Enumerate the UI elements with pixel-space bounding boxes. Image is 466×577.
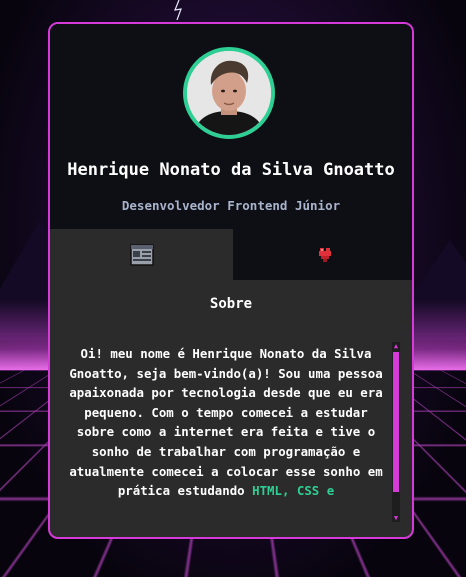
profile-header: Henrique Nonato da Silva Gnoatto Desenvo… (50, 24, 412, 229)
avatar-photo (187, 51, 271, 135)
profile-card: Henrique Nonato da Silva Gnoatto Desenvo… (48, 22, 414, 539)
about-paragraph: Oi! meu nome é Henrique Nonato da Silva … (69, 346, 383, 499)
profile-name: Henrique Nonato da Silva Gnoatto (67, 160, 395, 180)
section-title: Sobre (209, 296, 253, 312)
avatar (183, 47, 275, 139)
heart-icon (318, 247, 331, 262)
tab-about[interactable] (50, 229, 233, 280)
about-text: Oi! meu nome é Henrique Nonato da Silva … (62, 344, 390, 521)
scrollbar[interactable]: ▲ ▼ (392, 342, 400, 522)
profile-role: Desenvolvedor Frontend Júnior (121, 198, 341, 213)
scroll-up-icon[interactable]: ▲ (392, 342, 400, 350)
scroll-down-icon[interactable]: ▼ (392, 514, 400, 522)
skills-highlight: HTML, CSS e (252, 483, 335, 499)
lightning-icon (174, 0, 182, 20)
browser-window-icon (129, 243, 154, 266)
tab-interests[interactable] (233, 229, 412, 280)
scrollbar-thumb[interactable] (393, 352, 399, 492)
